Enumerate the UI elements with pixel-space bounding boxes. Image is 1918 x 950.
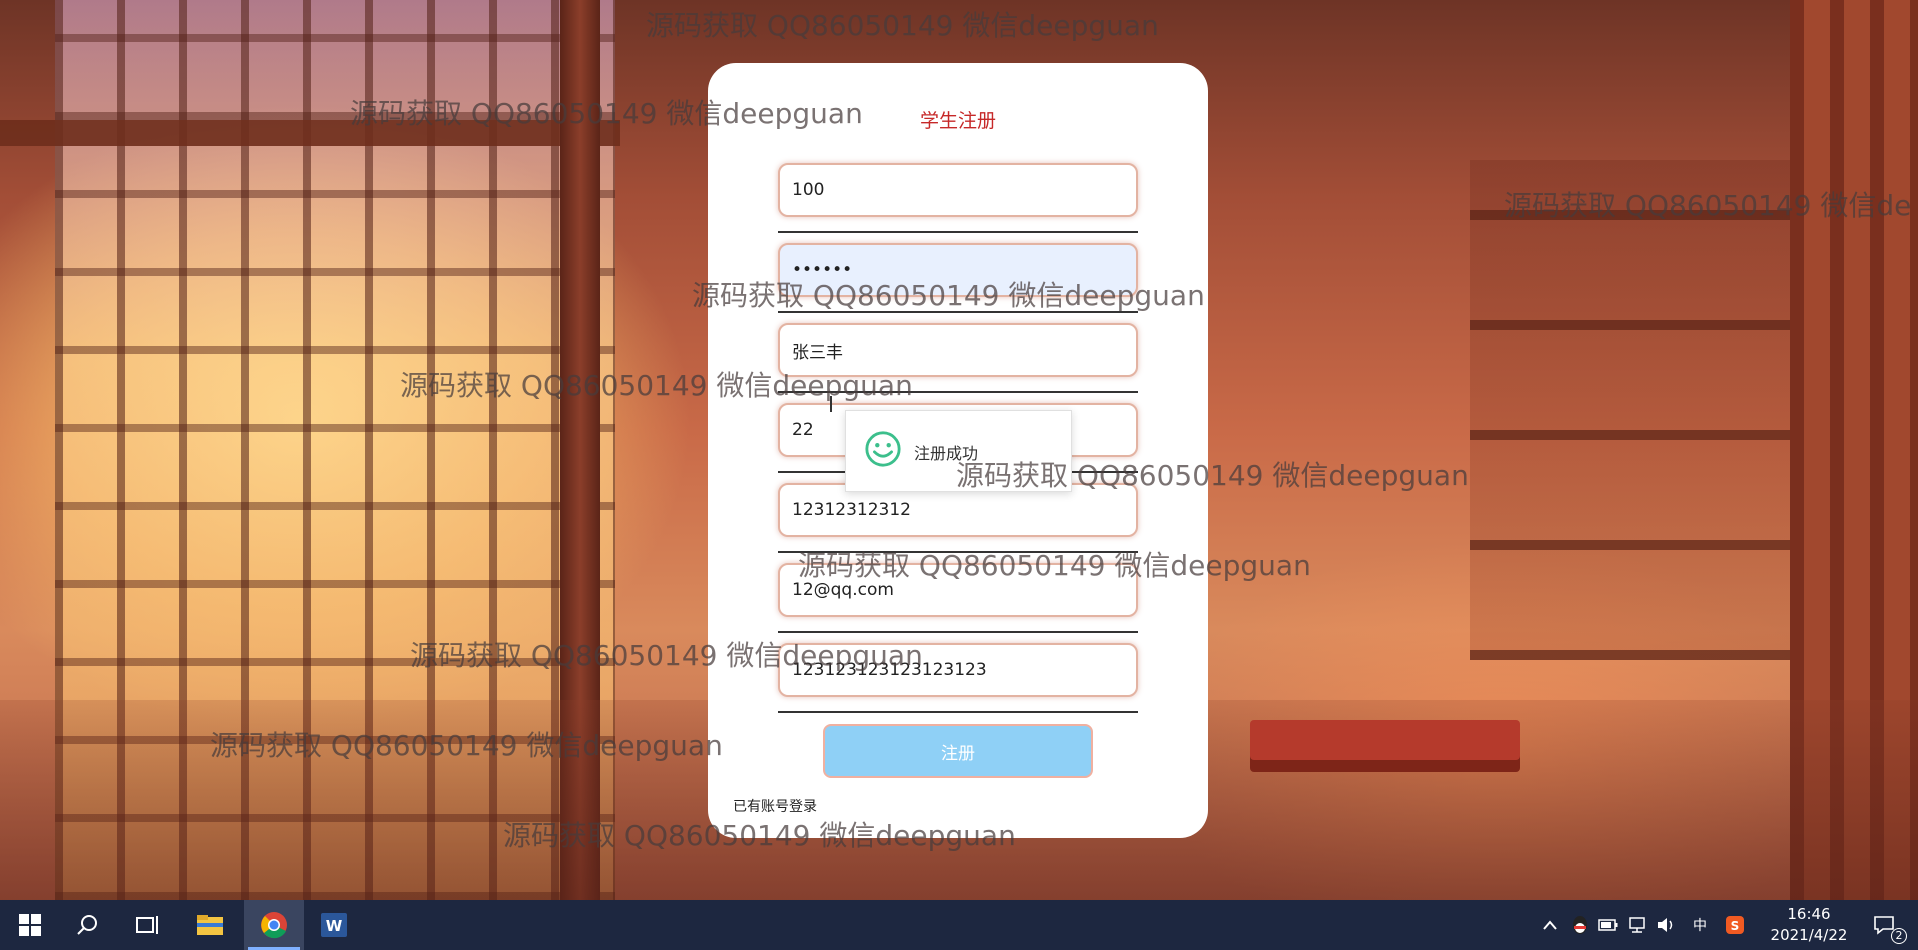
- id-number-underline: [778, 711, 1138, 713]
- file-explorer-icon: [197, 915, 223, 935]
- start-icon: [19, 914, 41, 936]
- name-input[interactable]: [778, 323, 1138, 377]
- email-underline: [778, 631, 1138, 633]
- taskbar-clock[interactable]: 16:46 2021/4/22: [1768, 904, 1850, 946]
- text-cursor: [830, 396, 832, 412]
- volume-icon: [1658, 918, 1673, 932]
- svg-text:W: W: [326, 917, 343, 935]
- background-shelf: [1470, 160, 1790, 660]
- phone-underline: [778, 551, 1138, 553]
- success-toast: 注册成功: [845, 410, 1072, 492]
- tray-network-button[interactable]: [1626, 900, 1650, 950]
- background-beam: [0, 120, 620, 146]
- qq-icon: [1573, 916, 1587, 934]
- chrome-button[interactable]: [244, 900, 304, 950]
- account-input[interactable]: [778, 163, 1138, 217]
- network-icon: [1629, 917, 1645, 933]
- search-icon: [77, 915, 97, 935]
- account-underline: [778, 231, 1138, 233]
- clock-date: 2021/4/22: [1770, 926, 1848, 944]
- email-input[interactable]: [778, 563, 1138, 617]
- task-view-icon: [136, 916, 158, 934]
- password-underline: [778, 311, 1138, 313]
- name-underline: [778, 391, 1138, 393]
- clock-time: 16:46: [1787, 905, 1831, 923]
- id-number-input[interactable]: [778, 643, 1138, 697]
- tray-app-button[interactable]: S: [1720, 900, 1750, 950]
- background-table: [1250, 720, 1520, 760]
- register-button[interactable]: 注册: [823, 724, 1093, 778]
- tray-battery-button[interactable]: [1596, 900, 1620, 950]
- page-title: 学生注册: [919, 110, 996, 132]
- tray-expand-button[interactable]: [1538, 900, 1562, 950]
- start-button[interactable]: [0, 900, 60, 950]
- desktop-background: 学生注册 注册 已有账号登录 注册成功 源码获取 QQ86050149 微信de…: [0, 0, 1918, 900]
- word-icon: W: [321, 913, 347, 937]
- sogou-icon: S: [1726, 916, 1744, 934]
- chrome-icon: [261, 912, 287, 939]
- chevron-up-icon: [1543, 920, 1557, 930]
- smiley-icon: [865, 431, 901, 467]
- tray-qq-button[interactable]: [1568, 900, 1592, 950]
- battery-icon: [1598, 919, 1618, 931]
- toast-message: 注册成功: [914, 444, 979, 463]
- task-view-button[interactable]: [118, 900, 178, 950]
- file-explorer-button[interactable]: [180, 900, 240, 950]
- watermark: 源码获取 QQ86050149 微信deepguan: [646, 9, 1159, 42]
- svg-text:S: S: [1731, 919, 1740, 933]
- taskbar: W 中 S 16:46 2021/4/22 2: [0, 900, 1918, 950]
- notification-count: 2: [1891, 928, 1907, 944]
- tray-volume-button[interactable]: [1654, 900, 1678, 950]
- word-button[interactable]: W: [304, 900, 364, 950]
- password-input[interactable]: [778, 243, 1138, 297]
- login-link[interactable]: 已有账号登录: [733, 796, 817, 816]
- tray-input-language[interactable]: 中: [1688, 900, 1712, 950]
- search-button[interactable]: [58, 900, 118, 950]
